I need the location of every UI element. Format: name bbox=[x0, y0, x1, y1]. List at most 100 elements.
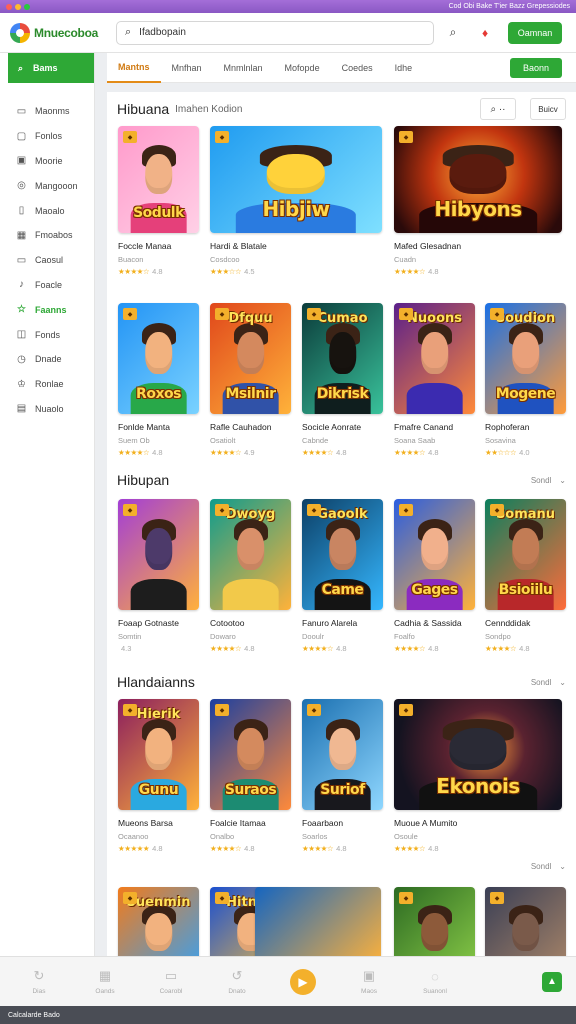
game-thumbnail[interactable]: Somanu Bsioiilu ◆ bbox=[485, 499, 566, 610]
game-card[interactable] bbox=[255, 887, 381, 956]
nav-item[interactable]: ▦ Oands bbox=[80, 968, 130, 995]
game-thumbnail[interactable]: Gages ◆ bbox=[394, 499, 475, 610]
tab-item[interactable]: Idhe bbox=[384, 53, 424, 83]
game-card[interactable]: Sodulk ◆ Foccle Manaa Buacon ★★★★☆ 4.8 bbox=[118, 126, 199, 276]
search-input[interactable]: ⌕ Ifadbopain bbox=[116, 20, 434, 45]
tab-item[interactable]: Mofopde bbox=[274, 53, 331, 83]
game-thumbnail[interactable]: ◆ bbox=[485, 887, 566, 956]
game-card[interactable]: Gages ◆ Cadhia & Sassida Foalfo ★★★★☆ 4.8 bbox=[394, 499, 475, 653]
character-face bbox=[511, 331, 540, 375]
section-more[interactable]: Sondl ⌄ bbox=[531, 476, 566, 485]
game-card[interactable]: Suriof ◆ Foaarbaon Soarlos ★★★★☆ 4.8 bbox=[302, 699, 383, 853]
sidebar-item[interactable]: ◷ Dnade bbox=[0, 347, 94, 372]
sidebar-item[interactable]: ▦ Fmoabos bbox=[0, 223, 94, 248]
game-thumbnail[interactable]: Suraos ◆ bbox=[210, 699, 291, 810]
game-card[interactable]: ◆ bbox=[485, 887, 566, 956]
game-card[interactable]: ◆ Foaap Gotnaste Somtin 4.3 bbox=[118, 499, 199, 653]
game-card[interactable]: Suenmin ◆ bbox=[118, 887, 199, 956]
game-card[interactable]: Hibyons ◆ Mafed Glesadnan Cuadn ★★★★☆ 4.8 bbox=[394, 126, 562, 276]
game-thumbnail[interactable]: Hierik Gunu ◆ bbox=[118, 699, 199, 810]
game-title: Foaarbaon bbox=[302, 818, 344, 828]
game-thumbnail[interactable]: Soudion Mogene ◆ bbox=[485, 303, 566, 414]
sidebar-home[interactable]: ⌕ Bams bbox=[8, 53, 94, 83]
add-icon[interactable]: ▲ bbox=[542, 971, 562, 992]
sidebar-item[interactable]: ☆ Faanns bbox=[0, 297, 94, 322]
minimize-window-icon[interactable] bbox=[15, 3, 21, 10]
tab-item[interactable]: Coedes bbox=[331, 53, 384, 83]
sidebar-item[interactable]: ♔ Ronlae bbox=[0, 372, 94, 397]
game-thumbnail[interactable]: ◆ bbox=[118, 499, 199, 610]
game-thumbnail[interactable] bbox=[255, 887, 381, 956]
game-card[interactable]: Hierik Gunu ◆ Mueons Barsa Ocaanoo ★★★★★ 4.8 bbox=[118, 699, 199, 853]
sidebar-item[interactable]: ▣ Moorie bbox=[0, 149, 94, 174]
section-more[interactable]: Sondl ⌄ bbox=[531, 862, 566, 871]
nav-item[interactable]: ▶ bbox=[278, 968, 328, 995]
game-card[interactable]: Cumao Dikrisk ◆ Socicle Aonrate Cabnde ★★★★☆ 4… bbox=[302, 303, 383, 457]
game-thumbnail[interactable]: Suriof ◆ bbox=[302, 699, 383, 810]
nav-item[interactable]: ▣ Maos bbox=[344, 968, 394, 995]
section-filter-button[interactable]: Buicv bbox=[530, 98, 566, 120]
game-card[interactable]: Soudion Mogene ◆ Rophoferan Sosavina ★★☆☆☆ 4.0 bbox=[485, 303, 566, 457]
app-logo[interactable]: Mnuecoboa bbox=[10, 22, 106, 43]
game-card[interactable]: Dwoyg ◆ Cotootoo Dowaro ★★★★☆ 4.8 bbox=[210, 499, 291, 653]
game-card[interactable]: Roxos ◆ Fonlde Manta Suem Ob ★★★★☆ 4.8 bbox=[118, 303, 199, 457]
stars: ★★★★☆ bbox=[394, 448, 426, 457]
see-all-link[interactable]: Sondl bbox=[531, 862, 551, 871]
rating-stars: ★★★★☆ 4.8 bbox=[210, 644, 291, 653]
game-thumbnail[interactable]: Nuoons ◆ bbox=[394, 303, 475, 414]
sidebar-item[interactable]: ▯ Maoalo bbox=[0, 198, 94, 223]
game-card[interactable]: Ekonois ◆ Muoue A Mumito Osoule ★★★★☆ 4.8 bbox=[394, 699, 562, 853]
tab-item[interactable]: Mantns bbox=[107, 53, 161, 83]
game-thumbnail[interactable]: Sodulk ◆ bbox=[118, 126, 199, 233]
sidebar-item[interactable]: ◎ Mangooon bbox=[0, 173, 94, 198]
section-search-button[interactable]: ⌕ ·· bbox=[480, 98, 516, 120]
window-controls[interactable] bbox=[6, 3, 30, 10]
game-card[interactable]: Somanu Bsioiilu ◆ Cennddidak Sondpo ★★★★☆ 4.8 bbox=[485, 499, 566, 653]
close-window-icon[interactable] bbox=[6, 3, 12, 10]
sidebar-item[interactable]: ▭ Maonms bbox=[0, 99, 94, 124]
tab-item[interactable]: Mnmlnlan bbox=[213, 53, 274, 83]
game-card[interactable]: Suraos ◆ Foalcie Itamaa Onalbo ★★★★☆ 4.8 bbox=[210, 699, 291, 853]
game-thumbnail[interactable]: Dfquu Msilnir ◆ bbox=[210, 303, 291, 414]
sidebar-item[interactable]: ▤ Nuaolo bbox=[0, 397, 94, 422]
game-thumbnail[interactable]: Ekonois ◆ bbox=[394, 699, 562, 810]
see-all-link[interactable]: Sondl bbox=[531, 678, 551, 687]
game-thumbnail[interactable]: Roxos ◆ bbox=[118, 303, 199, 414]
sidebar-item[interactable]: ♪ Foacle bbox=[0, 273, 94, 298]
sidebar-item[interactable]: ▢ Fonlos bbox=[0, 124, 94, 149]
game-thumbnail[interactable]: Gaoolk Came ◆ bbox=[302, 499, 383, 610]
game-card[interactable]: Nuoons ◆ Fmafre Canand Soana Saab ★★★★☆ 4.8 bbox=[394, 303, 475, 457]
game-thumbnail[interactable]: Dwoyg ◆ bbox=[210, 499, 291, 610]
tab-item[interactable]: Mnfhan bbox=[161, 53, 213, 83]
see-all-link[interactable]: Sondl bbox=[531, 476, 551, 485]
play-icon[interactable]: ▶ bbox=[290, 968, 316, 995]
game-thumbnail[interactable]: Hibjiw ◆ bbox=[210, 126, 382, 233]
game-card[interactable]: Hibjiw ◆ Hardi & Blatale Cosdcoo ★★★☆☆ 4.5 bbox=[210, 126, 382, 276]
game-card[interactable]: ◆ bbox=[394, 887, 475, 956]
stars: ★★★★★ bbox=[118, 844, 150, 853]
game-publisher: Dooulr bbox=[302, 632, 325, 641]
nav-item[interactable]: ▭ Coarobl bbox=[146, 968, 196, 995]
game-thumbnail[interactable]: Suenmin ◆ bbox=[118, 887, 199, 956]
notification-icon[interactable]: ♦ bbox=[472, 20, 498, 46]
search-button-icon[interactable]: ⌕ bbox=[440, 20, 466, 46]
game-card[interactable]: Dfquu Msilnir ◆ Rafle Cauhadon Osatiolt ★★★★☆… bbox=[210, 303, 291, 457]
nav-item[interactable]: ◌ Suanonl bbox=[410, 969, 460, 995]
nav-item[interactable]: ↻ Dias bbox=[14, 968, 64, 995]
section-more[interactable]: ⌕ ·· Buicv bbox=[480, 98, 566, 120]
game-thumbnail[interactable]: ◆ bbox=[394, 887, 475, 956]
sidebar-item[interactable]: ◫ Fonds bbox=[0, 322, 94, 347]
signin-button[interactable]: Oamnan bbox=[508, 21, 562, 44]
maximize-window-icon[interactable] bbox=[24, 3, 30, 10]
game-thumbnail[interactable]: Hibyons ◆ bbox=[394, 126, 562, 233]
nav-item[interactable]: ↺ Dnato bbox=[212, 968, 262, 995]
badge-icon: ◆ bbox=[123, 892, 137, 904]
section-more[interactable]: Sondl ⌄ bbox=[531, 678, 566, 687]
game-thumbnail[interactable]: Cumao Dikrisk ◆ bbox=[302, 303, 383, 414]
search-icon: ⌕ bbox=[125, 26, 132, 38]
tab-action-button[interactable]: Baonn bbox=[510, 57, 562, 78]
game-card[interactable]: Gaoolk Came ◆ Fanuro Alarela Dooulr ★★★★☆ 4.8 bbox=[302, 499, 383, 653]
rating-value: 4.8 bbox=[428, 267, 439, 276]
sidebar-item[interactable]: ▭ Caosul bbox=[0, 248, 94, 273]
game-title: Foalcie Itamaa bbox=[210, 818, 266, 828]
